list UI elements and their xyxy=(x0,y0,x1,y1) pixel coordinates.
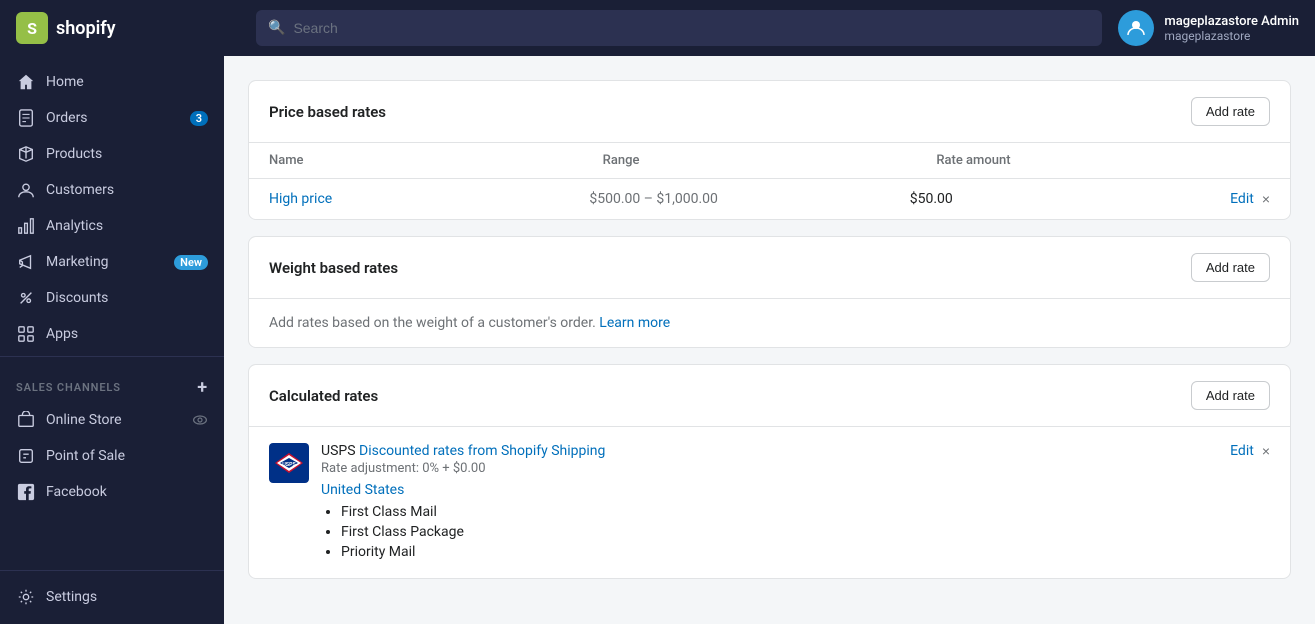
sidebar-item-label: Orders xyxy=(46,110,180,126)
delete-calculated-rate-button[interactable]: × xyxy=(1262,444,1270,458)
topbar: S shopify 🔍 mageplazastore Admin magepla… xyxy=(0,0,1315,56)
price-based-rates-card: Price based rates Add rate Name Range Ra… xyxy=(248,80,1291,220)
calc-item-details: USPS Discounted rates from Shopify Shipp… xyxy=(321,443,605,562)
rate-range: $500.00 – $1,000.00 xyxy=(589,191,909,207)
calc-item-title: USPS Discounted rates from Shopify Shipp… xyxy=(321,443,605,459)
analytics-icon xyxy=(16,216,36,236)
card-header: Price based rates Add rate xyxy=(249,81,1290,143)
sidebar-item-facebook[interactable]: Facebook xyxy=(0,474,224,510)
search-bar[interactable]: 🔍 xyxy=(256,10,1102,46)
weight-based-rates-card: Weight based rates Add rate Add rates ba… xyxy=(248,236,1291,348)
calculated-rate-item: USPS USPS Discounted rates from Shopify … xyxy=(249,427,1290,578)
calc-item-header: USPS USPS Discounted rates from Shopify … xyxy=(269,443,1270,562)
sales-channels-header: SALES CHANNELS + xyxy=(0,361,224,402)
col-range: Range xyxy=(603,153,937,168)
sidebar-item-label: Marketing xyxy=(46,254,164,270)
orders-badge: 3 xyxy=(190,111,208,126)
sidebar-item-label: Apps xyxy=(46,326,208,342)
sidebar-item-analytics[interactable]: Analytics xyxy=(0,208,224,244)
online-store-icon xyxy=(16,410,36,430)
shopify-logo-icon: S xyxy=(16,12,48,44)
user-name: mageplazastore Admin xyxy=(1164,14,1299,29)
eye-icon[interactable] xyxy=(192,412,208,428)
home-icon xyxy=(16,72,36,92)
sidebar-item-label: Products xyxy=(46,146,208,162)
calc-item-subtitle: Rate adjustment: 0% + $0.00 xyxy=(321,461,605,476)
user-area: mageplazastore Admin mageplazastore xyxy=(1118,10,1299,46)
marketing-icon xyxy=(16,252,36,272)
sidebar-item-online-store[interactable]: Online Store xyxy=(0,402,224,438)
rate-amount: $50.00 xyxy=(910,191,1230,207)
weight-based-rates-title: Weight based rates xyxy=(269,259,398,277)
card-header: Weight based rates Add rate xyxy=(249,237,1290,299)
sidebar-item-label: Online Store xyxy=(46,412,182,428)
orders-icon xyxy=(16,108,36,128)
products-icon xyxy=(16,144,36,164)
rate-name-link[interactable]: High price xyxy=(269,191,589,207)
sidebar-item-settings[interactable]: Settings xyxy=(0,579,224,615)
edit-calculated-rate-link[interactable]: Edit xyxy=(1230,443,1254,459)
user-info: mageplazastore Admin mageplazastore xyxy=(1164,14,1299,43)
weight-rates-info: Add rates based on the weight of a custo… xyxy=(269,315,1270,331)
usps-logo: USPS xyxy=(269,443,309,483)
sidebar-item-label: Customers xyxy=(46,182,208,198)
price-based-rates-title: Price based rates xyxy=(269,103,386,121)
calculated-rates-title: Calculated rates xyxy=(269,387,378,405)
sidebar-item-label: Facebook xyxy=(46,484,208,500)
discounts-icon xyxy=(16,288,36,308)
card-header: Calculated rates Add rate xyxy=(249,365,1290,427)
sidebar-item-label: Discounts xyxy=(46,290,208,306)
search-icon: 🔍 xyxy=(268,20,285,36)
sidebar-item-marketing[interactable]: Marketing New xyxy=(0,244,224,280)
calc-item-left: USPS USPS Discounted rates from Shopify … xyxy=(269,443,605,562)
table-header: Name Range Rate amount xyxy=(249,143,1290,179)
customers-icon xyxy=(16,180,36,200)
shopify-shipping-link[interactable]: Discounted rates from Shopify Shipping xyxy=(359,443,605,459)
logo: S shopify xyxy=(16,12,240,44)
add-calculated-rate-button[interactable]: Add rate xyxy=(1191,381,1270,410)
row-actions: Edit × xyxy=(1230,191,1270,207)
add-weight-rate-button[interactable]: Add rate xyxy=(1191,253,1270,282)
sidebar-item-label: Analytics xyxy=(46,218,208,234)
avatar xyxy=(1118,10,1154,46)
list-item: Priority Mail xyxy=(341,542,605,562)
add-sales-channel-icon[interactable]: + xyxy=(197,377,208,398)
col-rate-amount: Rate amount xyxy=(936,153,1270,168)
settings-icon xyxy=(16,587,36,607)
sidebar: Home Orders 3 Products Customers Analyti… xyxy=(0,56,224,624)
list-item: First Class Package xyxy=(341,522,605,542)
weight-rates-body: Add rates based on the weight of a custo… xyxy=(249,299,1290,347)
logo-text: shopify xyxy=(56,18,116,39)
sidebar-item-home[interactable]: Home xyxy=(0,64,224,100)
sidebar-item-discounts[interactable]: Discounts xyxy=(0,280,224,316)
search-input[interactable] xyxy=(293,20,1090,36)
list-item: First Class Mail xyxy=(341,502,605,522)
sidebar-item-label: Settings xyxy=(46,589,208,605)
sidebar-item-products[interactable]: Products xyxy=(0,136,224,172)
sidebar-item-label: Home xyxy=(46,74,208,90)
main-content: Price based rates Add rate Name Range Ra… xyxy=(224,56,1315,624)
calculated-rates-card: Calculated rates Add rate USPS xyxy=(248,364,1291,579)
user-store: mageplazastore xyxy=(1164,29,1299,43)
learn-more-link[interactable]: Learn more xyxy=(599,315,670,331)
apps-icon xyxy=(16,324,36,344)
sidebar-item-customers[interactable]: Customers xyxy=(0,172,224,208)
calc-item-region[interactable]: United States xyxy=(321,482,605,498)
marketing-badge-new: New xyxy=(174,255,208,270)
sidebar-item-point-of-sale[interactable]: Point of Sale xyxy=(0,438,224,474)
sidebar-item-label: Point of Sale xyxy=(46,448,208,464)
row-actions: Edit × xyxy=(1230,443,1270,459)
facebook-icon xyxy=(16,482,36,502)
table-row: High price $500.00 – $1,000.00 $50.00 Ed… xyxy=(249,179,1290,219)
pos-icon xyxy=(16,446,36,466)
col-name: Name xyxy=(269,153,603,168)
delete-rate-button[interactable]: × xyxy=(1262,192,1270,206)
svg-text:USPS: USPS xyxy=(282,462,296,468)
mail-services-list: First Class Mail First Class Package Pri… xyxy=(321,502,605,562)
sidebar-item-orders[interactable]: Orders 3 xyxy=(0,100,224,136)
add-price-rate-button[interactable]: Add rate xyxy=(1191,97,1270,126)
edit-rate-link[interactable]: Edit xyxy=(1230,191,1254,207)
sidebar-item-apps[interactable]: Apps xyxy=(0,316,224,352)
